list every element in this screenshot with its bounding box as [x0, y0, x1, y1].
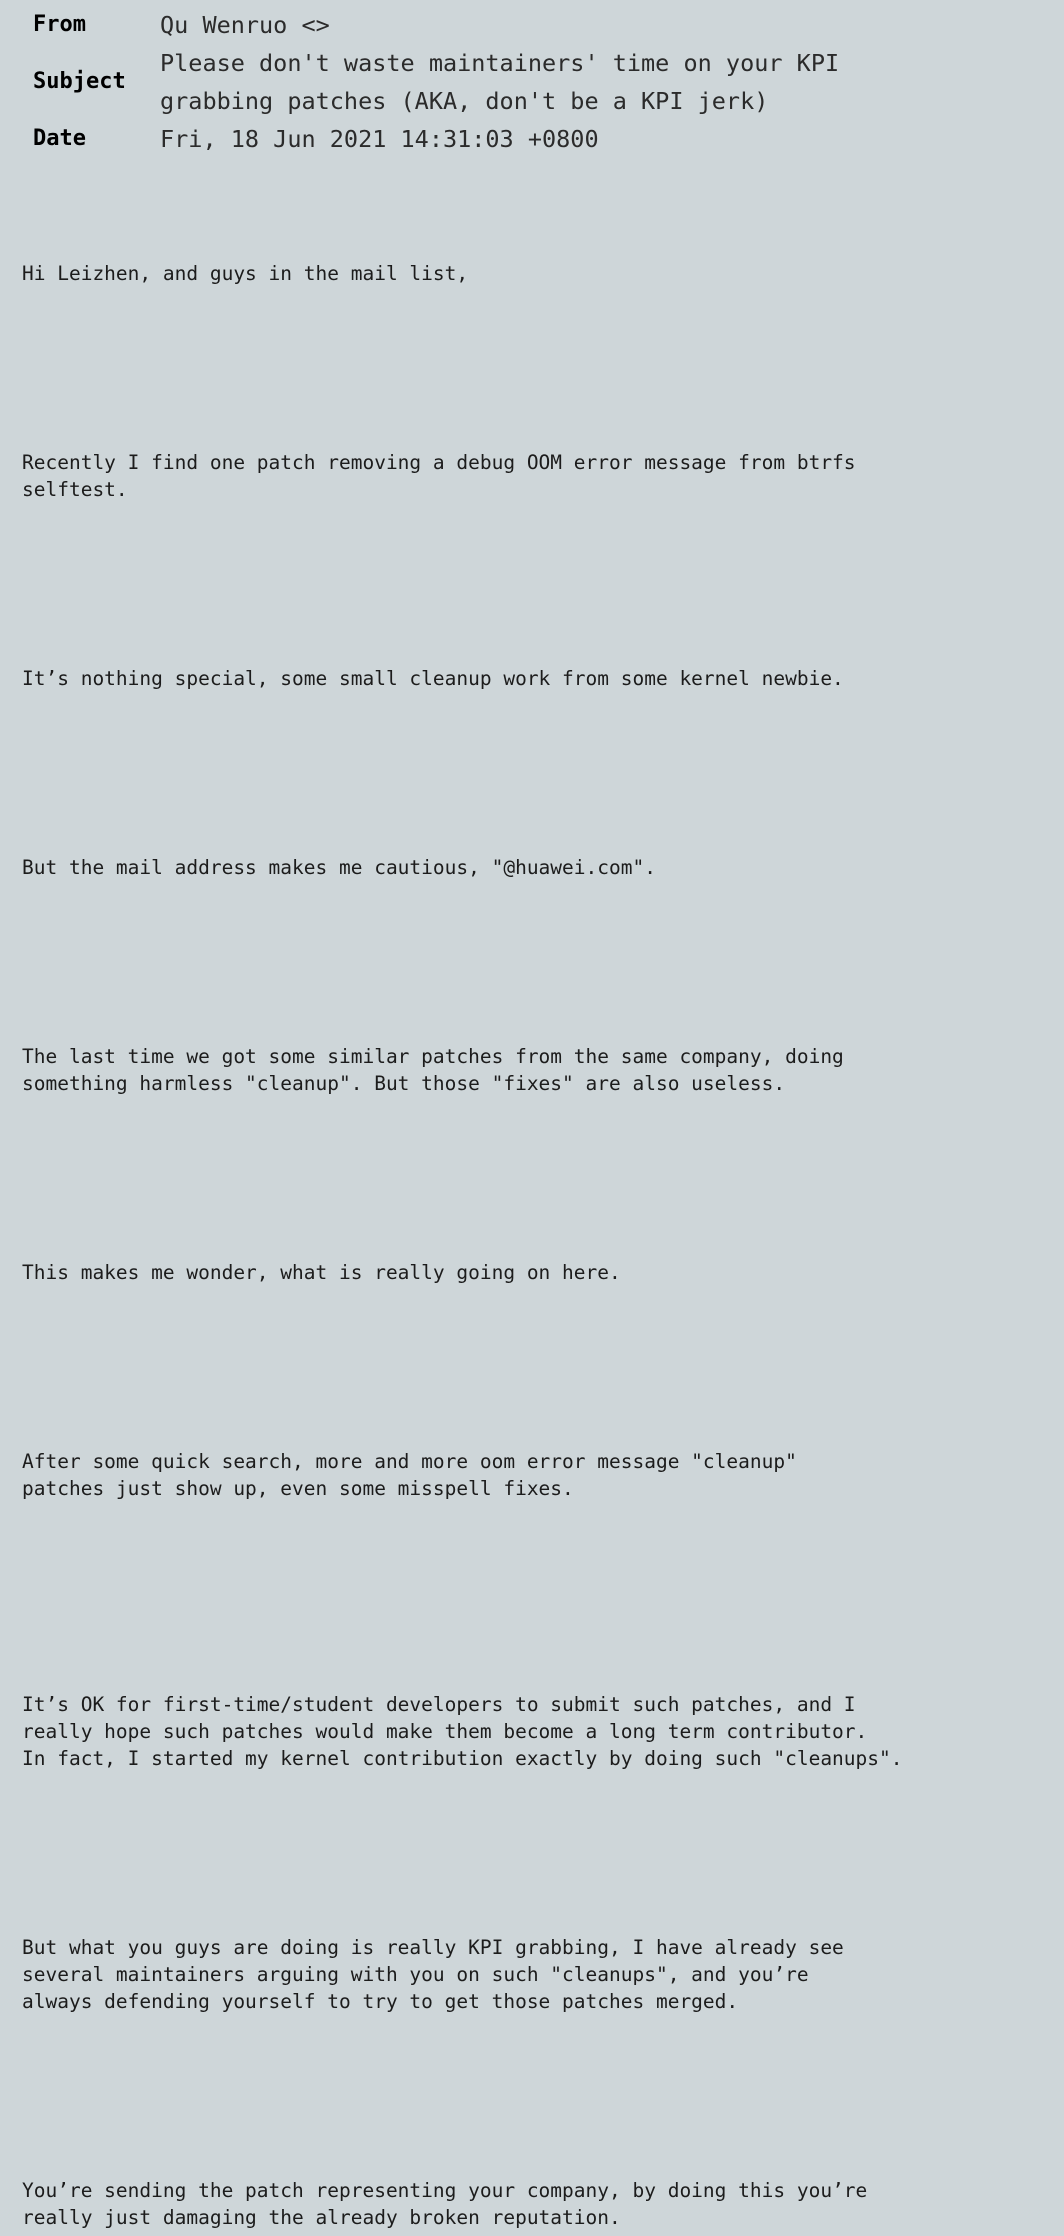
header-value-from: Qu Wenruo <> — [160, 11, 330, 39]
header-row-date: Date Fri, 18 Jun 2021 14:31:03 +0800 — [0, 120, 1064, 158]
email-message-page: From Qu Wenruo <> Subject Please don't w… — [0, 0, 1064, 2229]
message-paragraph-5: This makes me wonder, what is really goi… — [22, 1261, 621, 1284]
message-paragraph-1: Recently I find one patch removing a deb… — [22, 451, 856, 501]
header-row-subject: Subject Please don't waste maintainers' … — [0, 44, 1064, 120]
message-paragraph-2: It’s nothing special, some small cleanup… — [22, 667, 844, 690]
email-headers: From Qu Wenruo <> Subject Please don't w… — [0, 0, 1064, 158]
header-value-date: Fri, 18 Jun 2021 14:31:03 +0800 — [160, 125, 599, 153]
message-paragraph-3: But the mail address makes me cautious, … — [22, 856, 656, 879]
header-value-subject: Please don't waste maintainers' time on … — [160, 49, 840, 115]
message-paragraph-6: After some quick search, more and more o… — [22, 1450, 797, 1500]
message-paragraph-4: The last time we got some similar patche… — [22, 1045, 844, 1095]
header-row-from: From Qu Wenruo <> — [0, 6, 1064, 44]
message-greeting: Hi Leizhen, and guys in the mail list, — [22, 262, 469, 285]
header-label-from: From — [33, 12, 86, 37]
header-label-subject: Subject — [33, 69, 126, 94]
header-label-date: Date — [33, 126, 86, 151]
email-body: Hi Leizhen, and guys in the mail list, R… — [0, 179, 1064, 2236]
message-paragraph-7: It’s OK for first-time/student developer… — [22, 1693, 903, 1770]
blank-line-double — [22, 1556, 1054, 1610]
message-paragraph-9: You’re sending the patch representing yo… — [22, 2179, 868, 2229]
message-paragraph-8: But what you guys are doing is really KP… — [22, 1936, 844, 2013]
